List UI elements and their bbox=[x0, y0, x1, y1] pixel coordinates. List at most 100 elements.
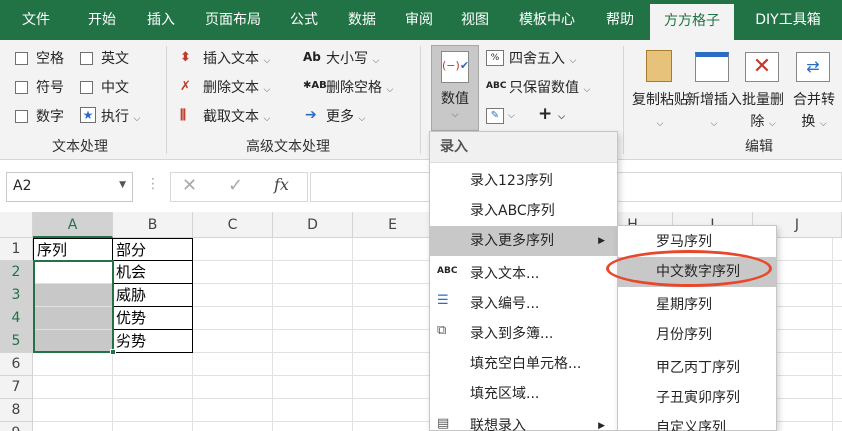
edit-grid-caret[interactable]: ⌵ bbox=[508, 106, 515, 122]
chevron-down-icon[interactable]: ▼ bbox=[119, 180, 126, 190]
checkbox-number[interactable] bbox=[15, 110, 28, 123]
batch-delete-icon: ✕ bbox=[745, 52, 779, 82]
row-header-4[interactable]: 4 bbox=[0, 307, 33, 330]
number-value-icon: (−)✔ bbox=[441, 51, 469, 83]
tab-file[interactable]: 文件 bbox=[6, 0, 66, 40]
tab-home[interactable]: 开始 bbox=[72, 0, 132, 40]
round-label: 四舍五入 bbox=[509, 51, 565, 67]
cell-b5[interactable]: 劣势 bbox=[113, 330, 193, 353]
execute-button[interactable]: 执行 ⌵ bbox=[101, 106, 140, 126]
menu-header: 录入 bbox=[440, 139, 468, 155]
row-header-8[interactable]: 8 bbox=[0, 399, 33, 422]
row-header-3[interactable]: 3 bbox=[0, 284, 33, 307]
remove-space-button[interactable]: 删除空格 ⌵ bbox=[326, 77, 393, 97]
case-label: 大小写 bbox=[326, 51, 368, 67]
menu-item-numbering[interactable]: 录入编号... bbox=[430, 289, 617, 319]
menu-item-input-text[interactable]: 录入文本... bbox=[430, 259, 617, 289]
col-header-e[interactable]: E bbox=[353, 212, 433, 238]
tab-view[interactable]: 视图 bbox=[447, 0, 503, 40]
submenu-item-jiayi[interactable]: 甲乙丙丁序列 bbox=[618, 353, 776, 383]
checkbox-chinese[interactable] bbox=[80, 81, 93, 94]
select-all-corner[interactable] bbox=[0, 212, 33, 238]
menu-item-123[interactable]: 录入123序列 bbox=[430, 166, 617, 196]
row-header-9[interactable]: 9 bbox=[0, 422, 33, 431]
group-label-edit: 编辑 bbox=[745, 139, 773, 155]
cell-b4[interactable]: 优势 bbox=[113, 307, 193, 330]
submenu-item-custom[interactable]: 自定义序列 bbox=[618, 413, 776, 431]
checkbox-symbol[interactable] bbox=[15, 81, 28, 94]
merge-convert-button[interactable]: 合并转换 ⌵ bbox=[788, 89, 840, 135]
plus-button[interactable]: + ⌵ bbox=[538, 104, 565, 124]
name-box-value: A2 bbox=[13, 178, 32, 194]
row-header-2[interactable]: 2 bbox=[0, 261, 33, 284]
round-icon: % bbox=[486, 50, 504, 66]
fill-handle[interactable] bbox=[110, 349, 116, 355]
copy-paste-label: 复制粘贴 bbox=[632, 92, 688, 108]
menu-item-associate[interactable]: 联想录入 ▶ bbox=[430, 411, 617, 431]
cell-b1[interactable]: 部分 bbox=[113, 238, 193, 261]
col-header-a[interactable]: A bbox=[33, 212, 113, 238]
tab-data[interactable]: 数据 bbox=[332, 0, 392, 40]
cut-text-button[interactable]: 截取文本 ⌵ bbox=[203, 106, 270, 126]
edit-grid-icon[interactable]: ✎ bbox=[486, 108, 504, 124]
label-chinese: 中文 bbox=[101, 80, 129, 96]
menu-item-fill-area[interactable]: 填充区域... bbox=[430, 379, 617, 409]
name-box[interactable]: A2 ▼ bbox=[6, 172, 133, 202]
tab-template-center[interactable]: 模板中心 bbox=[507, 0, 587, 40]
drag-handle-icon[interactable]: ⋮ bbox=[146, 176, 160, 192]
ribbon-tab-bar: 文件 开始 插入 页面布局 公式 数据 审阅 视图 模板中心 帮助 方方格子 D… bbox=[0, 0, 842, 40]
more-label: 更多 bbox=[326, 109, 354, 125]
col-header-c[interactable]: C bbox=[193, 212, 273, 238]
tab-diy-toolbox[interactable]: DIY工具箱 bbox=[740, 0, 836, 40]
batch-delete-button[interactable]: 批量删除 ⌵ bbox=[738, 89, 788, 135]
more-button[interactable]: 更多 ⌵ bbox=[326, 106, 365, 126]
new-insert-button[interactable]: 新增插入 ⌵ bbox=[686, 89, 742, 135]
label-english: 英文 bbox=[101, 51, 129, 67]
keep-number-button[interactable]: 只保留数值 ⌵ bbox=[509, 77, 590, 97]
col-header-b[interactable]: B bbox=[113, 212, 193, 238]
tab-insert[interactable]: 插入 bbox=[131, 0, 191, 40]
tab-page-layout[interactable]: 页面布局 bbox=[193, 0, 273, 40]
fx-icon[interactable]: fx bbox=[274, 175, 289, 194]
arrow-right-icon: ➔ bbox=[305, 107, 317, 123]
copy-paste-button[interactable]: 复制粘贴 ⌵ bbox=[632, 89, 688, 135]
checkbox-space[interactable] bbox=[15, 52, 28, 65]
menu-item-multi-book[interactable]: 录入到多簿... bbox=[430, 319, 617, 349]
cancel-icon[interactable]: ✕ bbox=[182, 175, 197, 196]
case-icon: Ab bbox=[303, 50, 321, 64]
submenu-item-zichou[interactable]: 子丑寅卯序列 bbox=[618, 383, 776, 413]
col-header-d[interactable]: D bbox=[273, 212, 353, 238]
delete-text-label: 删除文本 bbox=[203, 80, 259, 96]
cell-b3[interactable]: 威胁 bbox=[113, 284, 193, 307]
batch-delete-label: 批量删除 bbox=[742, 92, 784, 130]
remove-space-icon: ✱AB bbox=[303, 80, 327, 91]
checkbox-english[interactable] bbox=[80, 52, 93, 65]
submenu-item-week[interactable]: 星期序列 bbox=[618, 290, 776, 320]
insert-text-button[interactable]: 插入文本 ⌵ bbox=[203, 48, 270, 68]
round-button[interactable]: 四舍五入 ⌵ bbox=[509, 48, 576, 68]
chevron-down-icon: ⌵ bbox=[451, 110, 459, 120]
row-header-1[interactable]: 1 bbox=[0, 238, 33, 261]
highlight-oval bbox=[606, 250, 772, 287]
keep-number-label: 只保留数值 bbox=[509, 80, 579, 96]
tab-review[interactable]: 审阅 bbox=[391, 0, 447, 40]
cell-a1[interactable]: 序列 bbox=[33, 238, 113, 261]
plus-label: + bbox=[538, 104, 553, 124]
row-header-6[interactable]: 6 bbox=[0, 353, 33, 376]
case-button[interactable]: 大小写 ⌵ bbox=[326, 48, 379, 68]
row-header-5[interactable]: 5 bbox=[0, 330, 33, 353]
tab-formulas[interactable]: 公式 bbox=[276, 0, 332, 40]
new-insert-label: 新增插入 bbox=[686, 92, 742, 108]
confirm-icon[interactable]: ✓ bbox=[228, 175, 243, 196]
insert-icon bbox=[695, 52, 729, 82]
menu-item-fill-blank[interactable]: 填充空白单元格... bbox=[430, 349, 617, 379]
menu-item-abc[interactable]: 录入ABC序列 bbox=[430, 196, 617, 226]
delete-text-button[interactable]: 删除文本 ⌵ bbox=[203, 77, 270, 97]
submenu-item-month[interactable]: 月份序列 bbox=[618, 320, 776, 350]
row-header-7[interactable]: 7 bbox=[0, 376, 33, 399]
menu-item-more-sequences[interactable]: 录入更多序列 ▶ bbox=[430, 226, 617, 256]
tab-help[interactable]: 帮助 bbox=[592, 0, 648, 40]
execute-label: 执行 bbox=[101, 109, 129, 125]
tab-fangfang[interactable]: 方方格子 bbox=[650, 4, 734, 40]
cell-b2[interactable]: 机会 bbox=[113, 261, 193, 284]
